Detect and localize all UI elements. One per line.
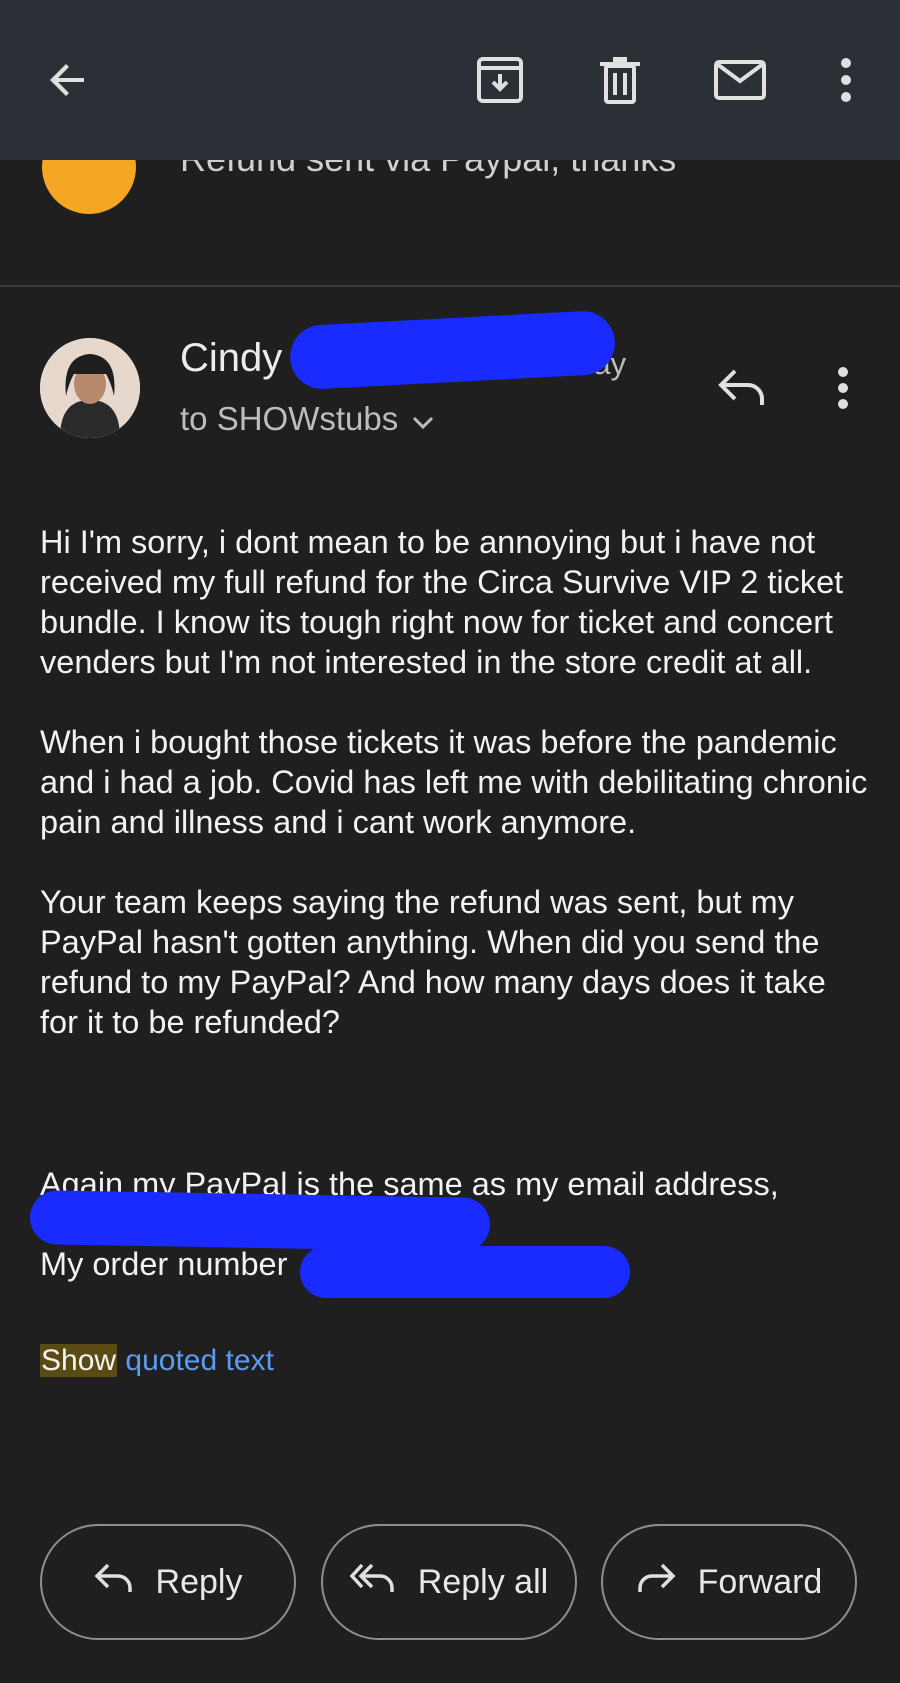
body-paragraph: When i bought those tickets it was befor…: [40, 724, 868, 840]
forward-icon: [636, 1562, 676, 1603]
message-divider: [0, 285, 900, 287]
archive-icon[interactable]: [468, 48, 532, 112]
reply-icon: [94, 1562, 134, 1603]
sender-name: Cindy: [180, 336, 283, 380]
message-more-icon[interactable]: [828, 364, 858, 412]
reply-button[interactable]: Reply: [40, 1524, 296, 1640]
message-body: Hi I'm sorry, i dont mean to be annoying…: [40, 522, 870, 1082]
forward-label: Forward: [697, 1562, 823, 1601]
chevron-down-icon: [412, 400, 434, 438]
body-paragraph: Your team keeps saying the refund was se…: [40, 884, 826, 1040]
mark-unread-icon[interactable]: [708, 48, 772, 112]
delete-icon[interactable]: [588, 48, 652, 112]
redaction-mark: [300, 1246, 630, 1298]
more-vert-icon[interactable]: [814, 48, 878, 112]
reply-all-button[interactable]: Reply all: [321, 1524, 577, 1640]
show-label: Show: [40, 1344, 118, 1377]
show-quoted-text-link[interactable]: Show quoted text: [40, 1344, 274, 1378]
recipient-text: to SHOWstubs: [180, 400, 399, 437]
order-number-line: My order number: [40, 1246, 288, 1282]
sender-avatar[interactable]: [40, 338, 140, 438]
back-arrow-icon[interactable]: [36, 48, 100, 112]
forward-button[interactable]: Forward: [601, 1524, 857, 1640]
reply-all-icon: [349, 1562, 396, 1603]
reply-icon[interactable]: [712, 362, 772, 412]
top-toolbar: [0, 0, 900, 160]
redaction-mark: [29, 1189, 491, 1253]
reply-all-label: Reply all: [417, 1562, 549, 1601]
reply-label: Reply: [155, 1562, 243, 1601]
recipient-line[interactable]: to SHOWstubs: [180, 400, 434, 438]
quoted-text-label: quoted text: [125, 1344, 274, 1377]
body-paragraph: Hi I'm sorry, i dont mean to be annoying…: [40, 524, 844, 680]
